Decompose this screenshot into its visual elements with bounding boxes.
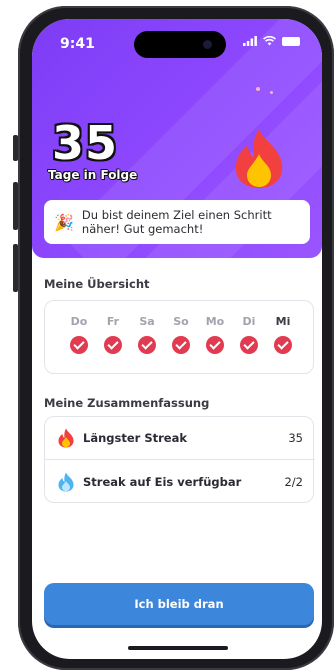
summary-value: 2/2 [284, 474, 303, 489]
check-icon [240, 336, 258, 354]
phone-screen: 9:41 35 Tage in Folge 🎉 Du bist deinem Z… [32, 19, 322, 659]
streak-count: 35 [52, 116, 119, 170]
day-column: Di [233, 315, 265, 354]
signal-icon [243, 36, 257, 46]
day-label: Sa [139, 315, 155, 328]
day-label: Mi [275, 315, 291, 328]
overview-title: Meine Übersicht [44, 277, 150, 291]
day-column: Sa [131, 315, 163, 354]
weekly-overview-card: Do Fr Sa So Mo Di Mi [44, 300, 314, 374]
flame-icon [235, 129, 283, 188]
sparkle-dot [256, 87, 260, 91]
day-column: So [165, 315, 197, 354]
day-column: Fr [97, 315, 129, 354]
status-icons [243, 36, 300, 46]
summary-row-longest-streak: Längster Streak 35 [45, 417, 315, 460]
sparkle-dot [270, 91, 273, 94]
wifi-icon [263, 36, 276, 46]
day-label: Fr [106, 315, 120, 328]
day-label: Di [242, 315, 256, 328]
day-column: Do [63, 315, 95, 354]
day-column: Mo [199, 315, 231, 354]
day-label: Do [70, 315, 88, 328]
check-icon [104, 336, 122, 354]
battery-icon [282, 36, 300, 46]
status-time: 9:41 [60, 36, 95, 52]
party-popper-icon: 🎉 [54, 212, 74, 232]
summary-label: Längster Streak [83, 431, 187, 445]
ice-flame-icon [58, 472, 74, 491]
streak-hero: 9:41 35 Tage in Folge 🎉 Du bist deinem Z… [32, 19, 322, 258]
summary-card: Längster Streak 35 Streak auf Eis verfüg… [44, 416, 315, 503]
day-label: So [173, 315, 189, 328]
home-indicator[interactable] [128, 646, 228, 650]
encouragement-card: 🎉 Du bist deinem Ziel einen Schritt nähe… [44, 200, 310, 244]
encouragement-text: Du bist deinem Ziel einen Schritt näher!… [81, 208, 272, 236]
check-icon [274, 336, 292, 354]
continue-button[interactable]: Ich bleib dran [44, 583, 314, 625]
day-label: Mo [205, 315, 225, 328]
dynamic-island [134, 31, 226, 58]
flame-icon [58, 428, 74, 448]
check-icon [206, 336, 224, 354]
check-icon [172, 336, 190, 354]
summary-value: 35 [288, 431, 303, 445]
camera-dot [203, 40, 212, 49]
day-column-today: Mi [267, 315, 299, 354]
summary-row-streak-freeze: Streak auf Eis verfügbar 2/2 [45, 460, 315, 503]
check-icon [138, 336, 156, 354]
streak-label: Tage in Folge [48, 168, 138, 182]
summary-title: Meine Zusammenfassung [44, 396, 210, 410]
check-icon [70, 336, 88, 354]
summary-label: Streak auf Eis verfügbar [83, 474, 242, 489]
